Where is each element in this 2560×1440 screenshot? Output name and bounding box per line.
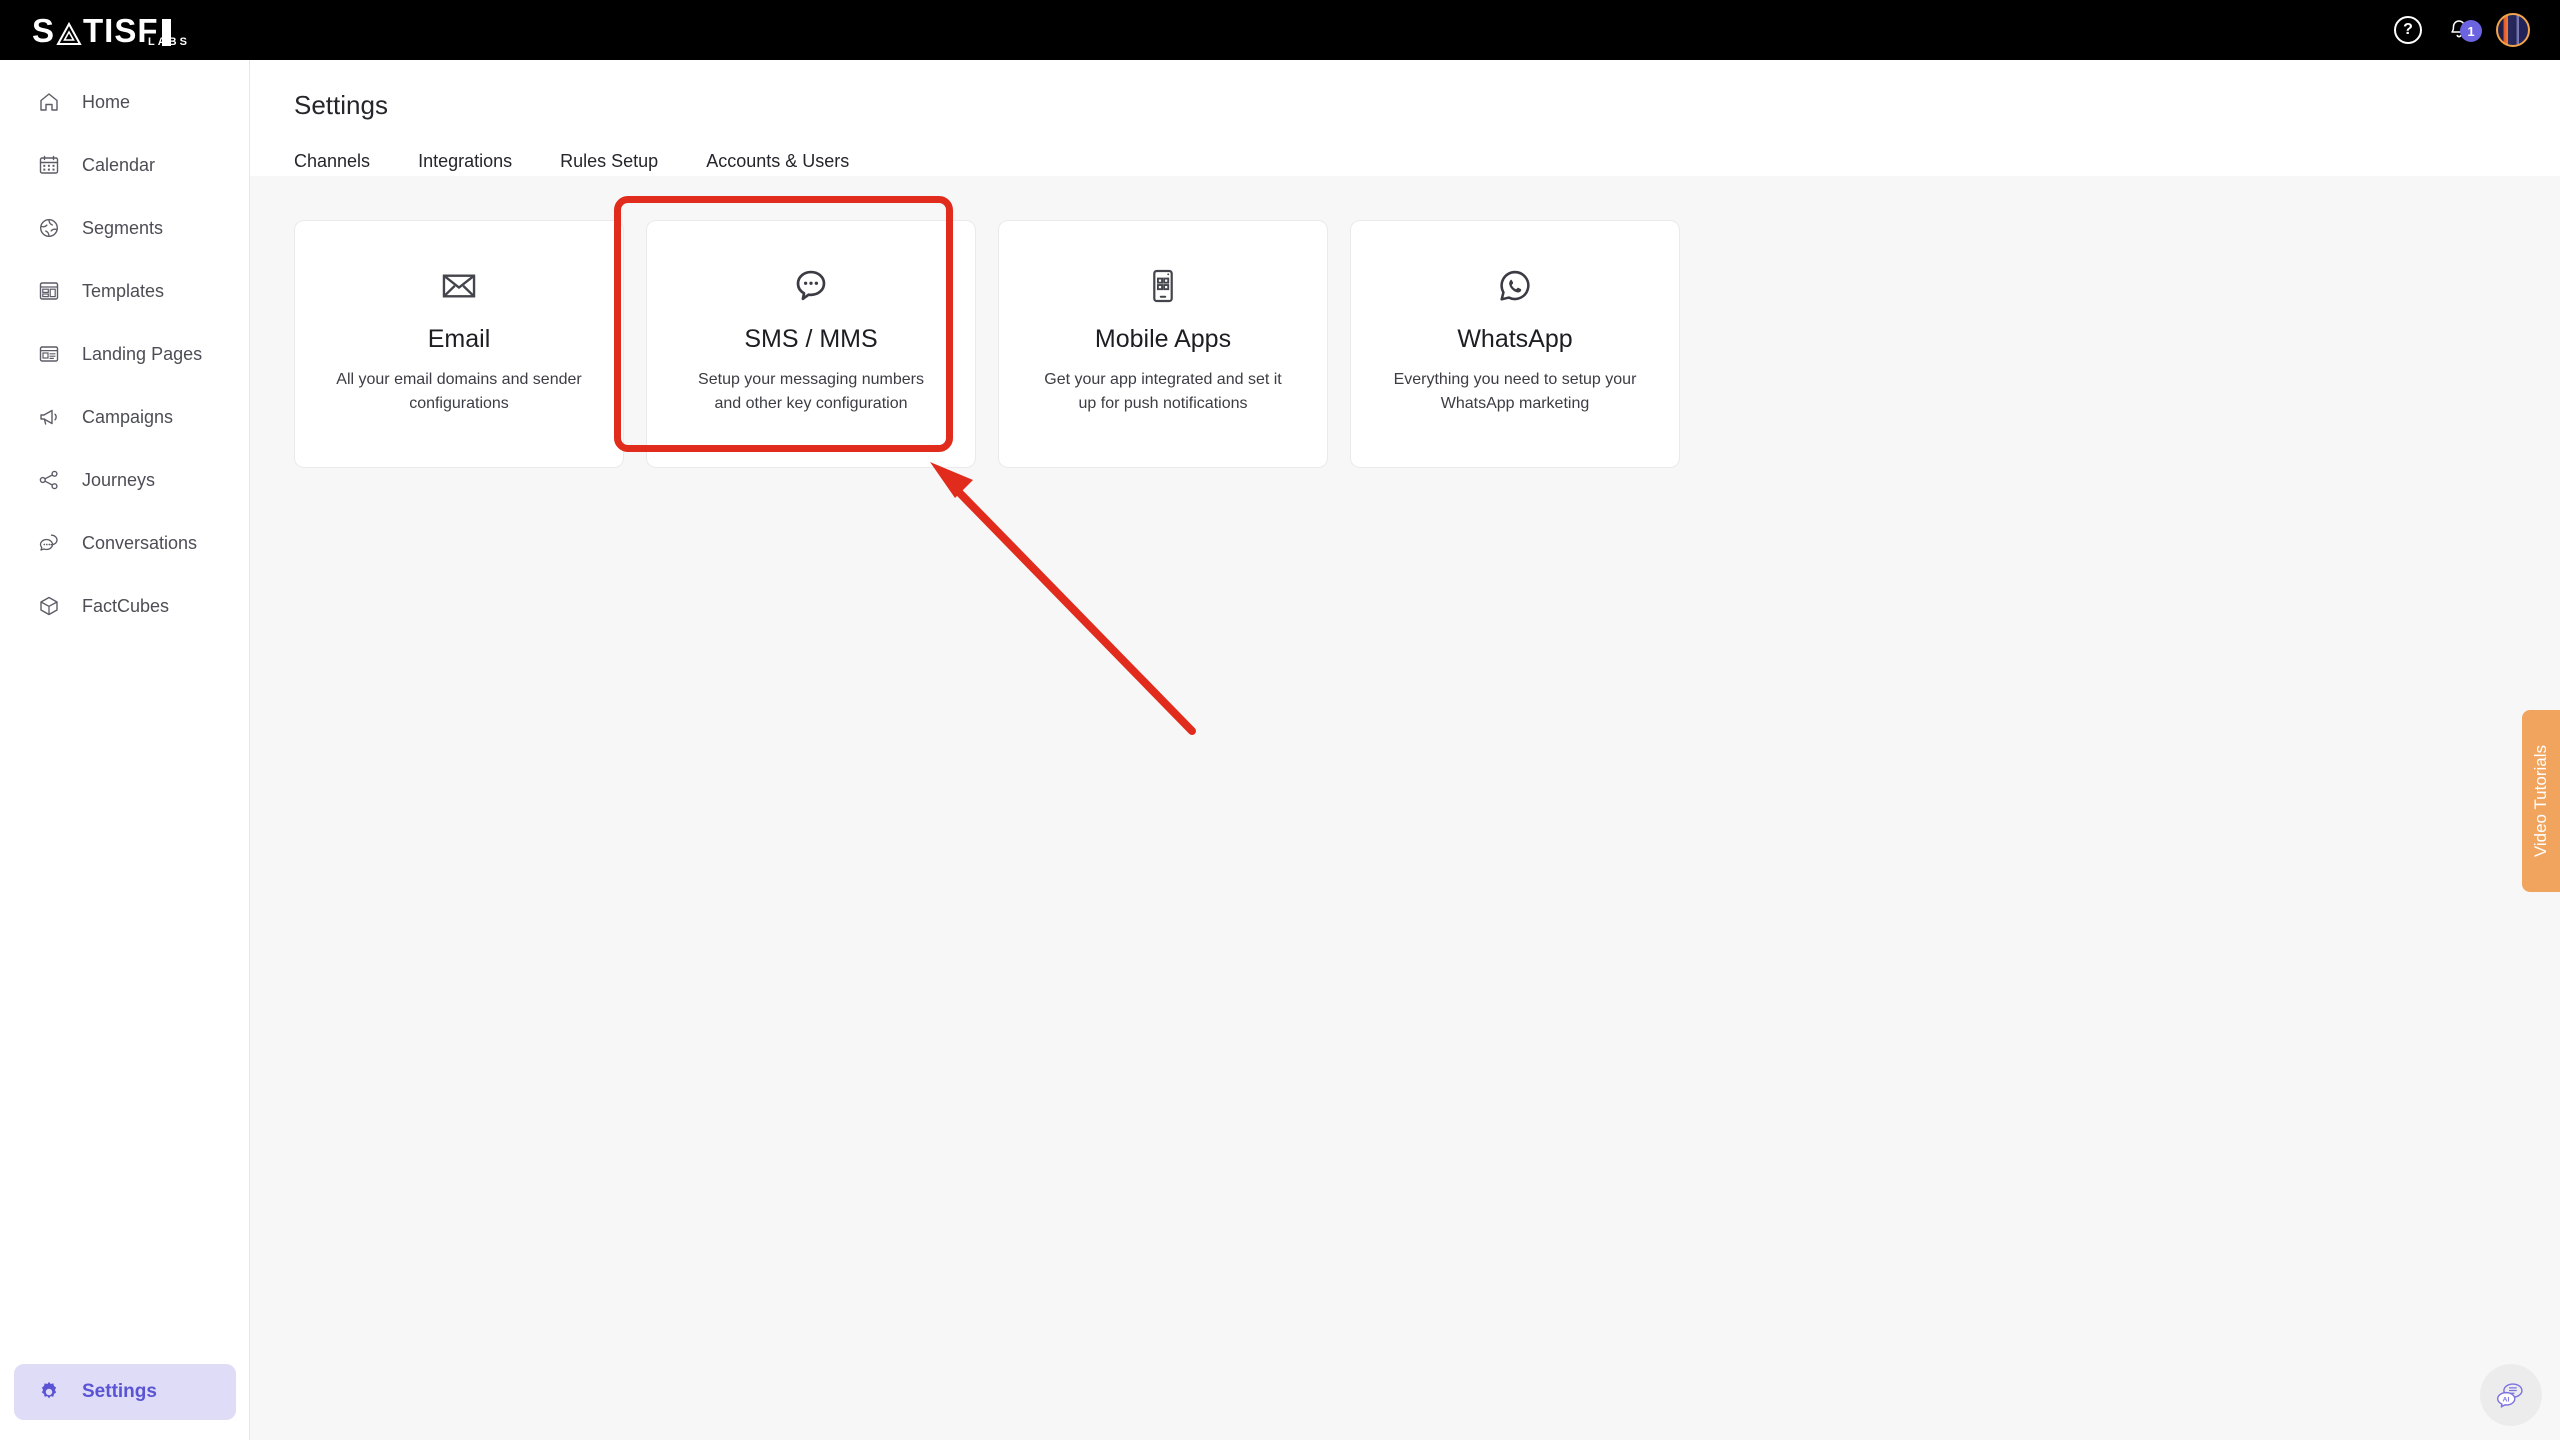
sidebar-item-label: FactCubes [82, 595, 170, 616]
channel-card-grid: Email All your email domains and sender … [294, 220, 2516, 468]
main-area: Settings Channels Integrations Rules Set… [250, 60, 2560, 1440]
notifications-button[interactable]: 1 [2444, 15, 2482, 45]
card-description: Get your app integrated and set it up fo… [1044, 371, 1282, 412]
tab-rules-setup[interactable]: Rules Setup [560, 149, 658, 174]
tab-channels[interactable]: Channels [294, 149, 370, 174]
megaphone-icon [36, 404, 62, 430]
top-bar-actions: ? 1 [2394, 0, 2530, 60]
whatsapp-icon [1496, 263, 1534, 309]
home-icon [36, 89, 62, 115]
sidebar-item-settings[interactable]: Settings [14, 1364, 236, 1420]
sidebar: Home Calendar Segments Templates Landing… [0, 60, 250, 1440]
page-header: Settings Channels Integrations Rules Set… [250, 60, 2560, 191]
card-description: All your email domains and sender config… [336, 371, 582, 412]
envelope-icon [440, 263, 478, 309]
sidebar-item-label: Landing Pages [82, 343, 203, 364]
card-description: Setup your messaging numbers and other k… [698, 371, 924, 412]
app-logo[interactable]: S TISF LABS [0, 0, 250, 60]
page-title: Settings [294, 90, 388, 120]
logo-subtext: LABS [148, 36, 190, 48]
sidebar-item-factcubes[interactable]: FactCubes [14, 586, 235, 626]
sidebar-item-conversations[interactable]: Conversations [14, 523, 235, 563]
sidebar-item-label: Home [82, 91, 131, 112]
avatar[interactable] [2496, 13, 2530, 47]
card-title: SMS / MMS [744, 325, 878, 353]
channel-card-whatsapp[interactable]: WhatsApp Everything you need to setup yo… [1350, 220, 1680, 468]
sidebar-item-home[interactable]: Home [14, 82, 235, 122]
sidebar-item-label: Templates [82, 280, 165, 301]
sidebar-item-label: Settings [82, 1381, 157, 1402]
chat-bubbles-icon [36, 530, 62, 556]
channel-card-email[interactable]: Email All your email domains and sender … [294, 220, 624, 468]
sidebar-item-segments[interactable]: Segments [14, 208, 235, 248]
segments-icon [36, 215, 62, 241]
sidebar-item-calendar[interactable]: Calendar [14, 145, 235, 185]
sidebar-item-landing-pages[interactable]: Landing Pages [14, 334, 235, 374]
ai-chat-label: AI [2503, 1397, 2510, 1404]
gear-icon [36, 1379, 62, 1405]
card-title: Email [427, 325, 491, 353]
top-bar: S TISF LABS ? 1 [0, 0, 2560, 60]
channel-card-mobile-apps[interactable]: Mobile Apps Get your app integrated and … [998, 220, 1328, 468]
sidebar-item-label: Calendar [82, 154, 156, 175]
sidebar-item-label: Campaigns [82, 406, 174, 427]
card-description: Everything you need to setup your WhatsA… [1393, 371, 1637, 412]
tab-integrations[interactable]: Integrations [418, 149, 512, 174]
video-tutorials-tab[interactable]: Video Tutorials [2522, 710, 2560, 892]
templates-icon [36, 278, 62, 304]
notification-badge: 1 [2460, 20, 2482, 42]
help-icon[interactable]: ? [2394, 16, 2422, 44]
sidebar-item-label: Journeys [82, 469, 156, 490]
card-title: WhatsApp [1457, 325, 1573, 353]
logo-triangle-icon [56, 19, 82, 45]
channel-card-sms-mms[interactable]: SMS / MMS Setup your messaging numbers a… [646, 220, 976, 468]
sidebar-item-campaigns[interactable]: Campaigns [14, 397, 235, 437]
share-nodes-icon [36, 467, 62, 493]
video-tutorials-label: Video Tutorials [2531, 744, 2550, 858]
channels-content: Email All your email domains and sender … [250, 176, 2560, 1440]
sms-bubble-icon [792, 263, 830, 309]
ai-chat-icon: AI [2496, 1383, 2523, 1408]
sidebar-item-templates[interactable]: Templates [14, 271, 235, 311]
ai-chat-button[interactable]: AI [2480, 1364, 2542, 1426]
landing-pages-icon [36, 341, 62, 367]
mobile-phone-icon [1144, 263, 1182, 309]
tab-accounts-users[interactable]: Accounts & Users [706, 149, 849, 174]
calendar-icon [36, 152, 62, 178]
sidebar-item-journeys[interactable]: Journeys [14, 460, 235, 500]
card-title: Mobile Apps [1094, 325, 1232, 353]
sidebar-item-label: Conversations [82, 532, 198, 553]
cube-icon [36, 593, 62, 619]
sidebar-item-label: Segments [82, 217, 164, 238]
logo-text-s: S [32, 11, 56, 49]
